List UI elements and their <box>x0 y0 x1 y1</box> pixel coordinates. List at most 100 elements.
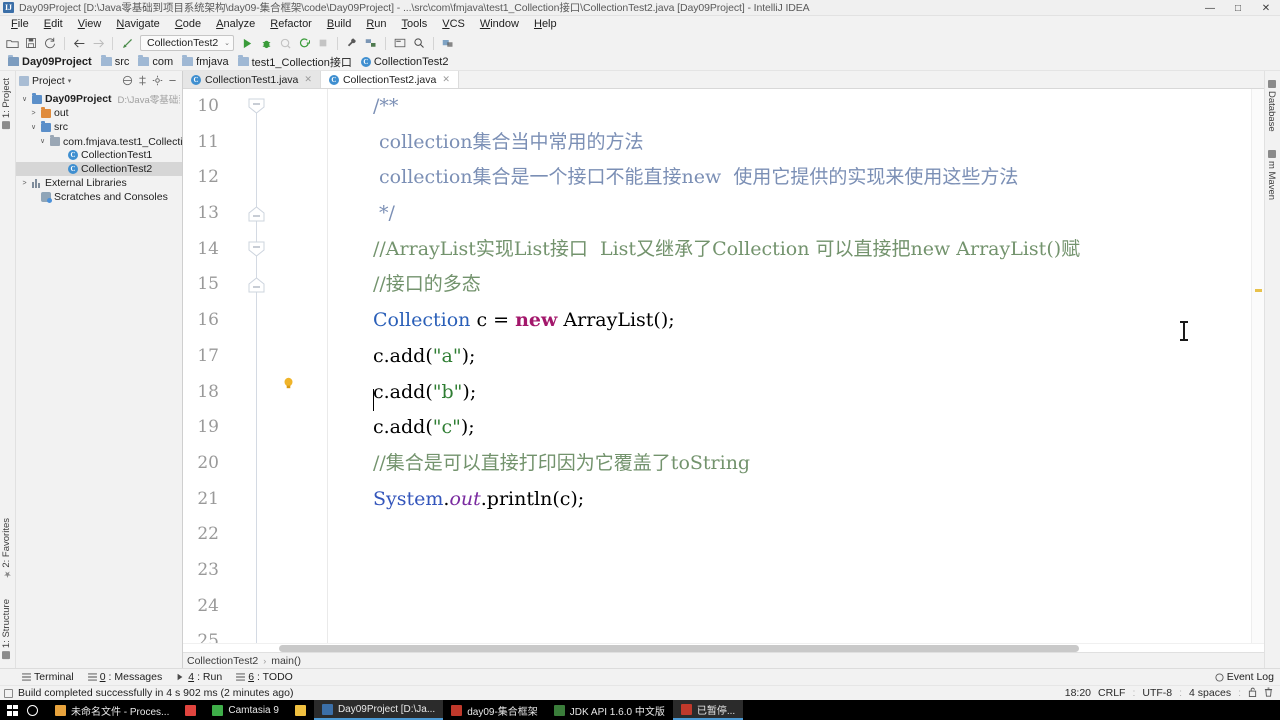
chevron-right-icon[interactable]: > <box>29 110 38 117</box>
run-configuration-selector[interactable]: CollectionTest2 ⌄ <box>140 35 234 51</box>
menu-item-view[interactable]: View <box>71 16 109 33</box>
minimize-button[interactable]: — <box>1196 0 1224 16</box>
settings-icon[interactable] <box>391 34 409 52</box>
tree-node-com-fmjava-test1-collection-[interactable]: ∨ com.fmjava.test1_Collection接 <box>16 134 182 148</box>
build-icon[interactable] <box>343 34 361 52</box>
editor-tab-0[interactable]: C CollectionTest1.java ✕ <box>183 71 321 88</box>
tree-node-collectiontest1[interactable]: C CollectionTest1 <box>16 148 182 162</box>
menu-item-navigate[interactable]: Navigate <box>109 16 166 33</box>
menu-item-code[interactable]: Code <box>168 16 208 33</box>
structure-icon[interactable] <box>362 34 380 52</box>
trash-icon[interactable] <box>1264 687 1273 700</box>
tool-window-messages[interactable]: 0: Messages <box>87 671 162 683</box>
menu-item-build[interactable]: Build <box>320 16 358 33</box>
forward-icon[interactable] <box>89 34 107 52</box>
project-panel-title-group[interactable]: Project ▾ <box>19 75 71 87</box>
breadcrumb-item-0[interactable]: Day09Project <box>5 54 95 69</box>
save-all-icon[interactable] <box>22 34 40 52</box>
taskbar-button-0[interactable]: 未命名文件 - Proces... <box>47 700 177 720</box>
breadcrumb-item-3[interactable]: fmjava <box>179 54 231 69</box>
menu-item-window[interactable]: Window <box>473 16 526 33</box>
maximize-button[interactable]: □ <box>1224 0 1252 16</box>
code-editor[interactable]: 10 11 12 13 14 15 16 17 18 19 20 21 22 23 24 25 <box>183 89 1264 643</box>
menu-item-refactor[interactable]: Refactor <box>263 16 319 33</box>
breadcrumb-item-1[interactable]: src <box>98 54 133 69</box>
profile-icon[interactable] <box>295 34 313 52</box>
lock-icon[interactable] <box>1248 687 1257 700</box>
collapse-all-icon[interactable] <box>121 74 134 87</box>
tree-node-external-libraries[interactable]: > External Libraries <box>16 176 182 190</box>
sdk-icon[interactable] <box>439 34 457 52</box>
editor-breadcrumb-item-1[interactable]: main() <box>271 655 301 667</box>
file-encoding[interactable]: UTF-8 <box>1142 687 1172 699</box>
taskbar-button-2[interactable]: Camtasia 9 <box>204 700 287 720</box>
fold-marker-line10[interactable] <box>247 98 266 115</box>
editor-tab-1[interactable]: C CollectionTest2.java ✕ <box>320 71 459 88</box>
rail-item-structure[interactable]: 1: Structure <box>1 594 12 664</box>
undo-icon[interactable] <box>118 34 136 52</box>
tool-window-todo[interactable]: 6: TODO <box>236 671 293 683</box>
run-icon[interactable] <box>238 34 256 52</box>
taskbar-button-7[interactable]: 已暂停... <box>672 700 744 720</box>
breadcrumb-item-5[interactable]: C CollectionTest2 <box>358 54 452 69</box>
event-log-button[interactable]: Event Log <box>1215 671 1274 683</box>
sync-icon[interactable] <box>41 34 59 52</box>
debug-icon[interactable] <box>257 34 275 52</box>
chevron-down-icon[interactable]: ∨ <box>38 137 47 145</box>
marker-bar[interactable] <box>1251 89 1264 643</box>
taskbar-button-1[interactable] <box>177 700 204 720</box>
tree-node-src[interactable]: ∨ src <box>16 120 182 134</box>
close-button[interactable]: ✕ <box>1252 0 1280 16</box>
chevron-right-icon[interactable]: > <box>20 180 29 187</box>
taskbar-button-3[interactable] <box>287 700 314 720</box>
open-folder-icon[interactable] <box>3 34 21 52</box>
line-separator[interactable]: CRLF <box>1098 687 1125 699</box>
back-icon[interactable] <box>70 34 88 52</box>
fold-marker-line14[interactable] <box>247 241 266 258</box>
hide-icon[interactable] <box>166 74 179 87</box>
tree-node-collectiontest2[interactable]: C CollectionTest2 <box>16 162 182 176</box>
rail-item-maven[interactable]: m Maven <box>1266 145 1277 205</box>
tree-node-day09project[interactable]: ∨ Day09Project D:\Java零基础到项目系 <box>16 92 182 106</box>
rail-item-database[interactable]: Database <box>1266 75 1277 137</box>
rail-item-favorites[interactable]: ★ 2: Favorites <box>1 513 12 584</box>
horizontal-scrollbar[interactable] <box>183 643 1264 652</box>
expand-icon[interactable] <box>136 74 149 87</box>
code-text[interactable]: /** collection集合当中常用的方法 collection集合是一个接… <box>328 89 1251 643</box>
fold-column[interactable] <box>243 89 269 643</box>
breadcrumb-item-2[interactable]: com <box>135 54 176 69</box>
menu-item-file[interactable]: File <box>4 16 36 33</box>
scrollbar-thumb[interactable] <box>279 645 1079 652</box>
chevron-down-icon[interactable]: ∨ <box>20 95 29 103</box>
menu-item-tools[interactable]: Tools <box>395 16 435 33</box>
editor-breadcrumb-item-0[interactable]: CollectionTest2 <box>187 655 258 667</box>
tool-window-run[interactable]: 4: Run <box>176 671 222 683</box>
gear-icon[interactable] <box>151 74 164 87</box>
editor-gutter[interactable]: 10 11 12 13 14 15 16 17 18 19 20 21 22 23 24 25 <box>183 89 328 643</box>
caret-position[interactable]: 18:20 <box>1065 687 1091 699</box>
menu-item-edit[interactable]: Edit <box>37 16 70 33</box>
tree-node-scratches-and-consoles[interactable]: Scratches and Consoles <box>16 190 182 204</box>
menu-item-help[interactable]: Help <box>527 16 564 33</box>
taskbar-button-6[interactable]: JDK API 1.6.0 中文版 <box>546 700 673 720</box>
breadcrumb-item-4[interactable]: test1_Collection接口 <box>235 54 355 69</box>
run-coverage-icon[interactable] <box>276 34 294 52</box>
rail-item-project[interactable]: 1: Project <box>1 73 12 134</box>
menu-item-vcs[interactable]: VCS <box>435 16 472 33</box>
tool-window-terminal[interactable]: Terminal <box>22 671 74 683</box>
menu-item-run[interactable]: Run <box>359 16 393 33</box>
cortana-icon[interactable] <box>27 704 38 716</box>
fold-marker-line15[interactable] <box>247 276 266 293</box>
taskbar-button-5[interactable]: day09-集合框架 <box>443 700 546 720</box>
fold-marker-line13[interactable] <box>247 205 266 222</box>
close-tab-icon[interactable]: ✕ <box>442 74 450 85</box>
indent-setting[interactable]: 4 spaces <box>1189 687 1231 699</box>
search-everywhere-icon[interactable] <box>410 34 428 52</box>
intention-bulb-icon[interactable] <box>283 377 294 393</box>
chevron-down-icon[interactable]: ∨ <box>29 123 38 131</box>
start-button[interactable] <box>7 704 18 716</box>
taskbar-button-4[interactable]: Day09Project [D:\Ja... <box>313 700 444 720</box>
tree-node-out[interactable]: > out <box>16 106 182 120</box>
menu-item-analyze[interactable]: Analyze <box>209 16 262 33</box>
close-tab-icon[interactable]: ✕ <box>304 74 312 85</box>
